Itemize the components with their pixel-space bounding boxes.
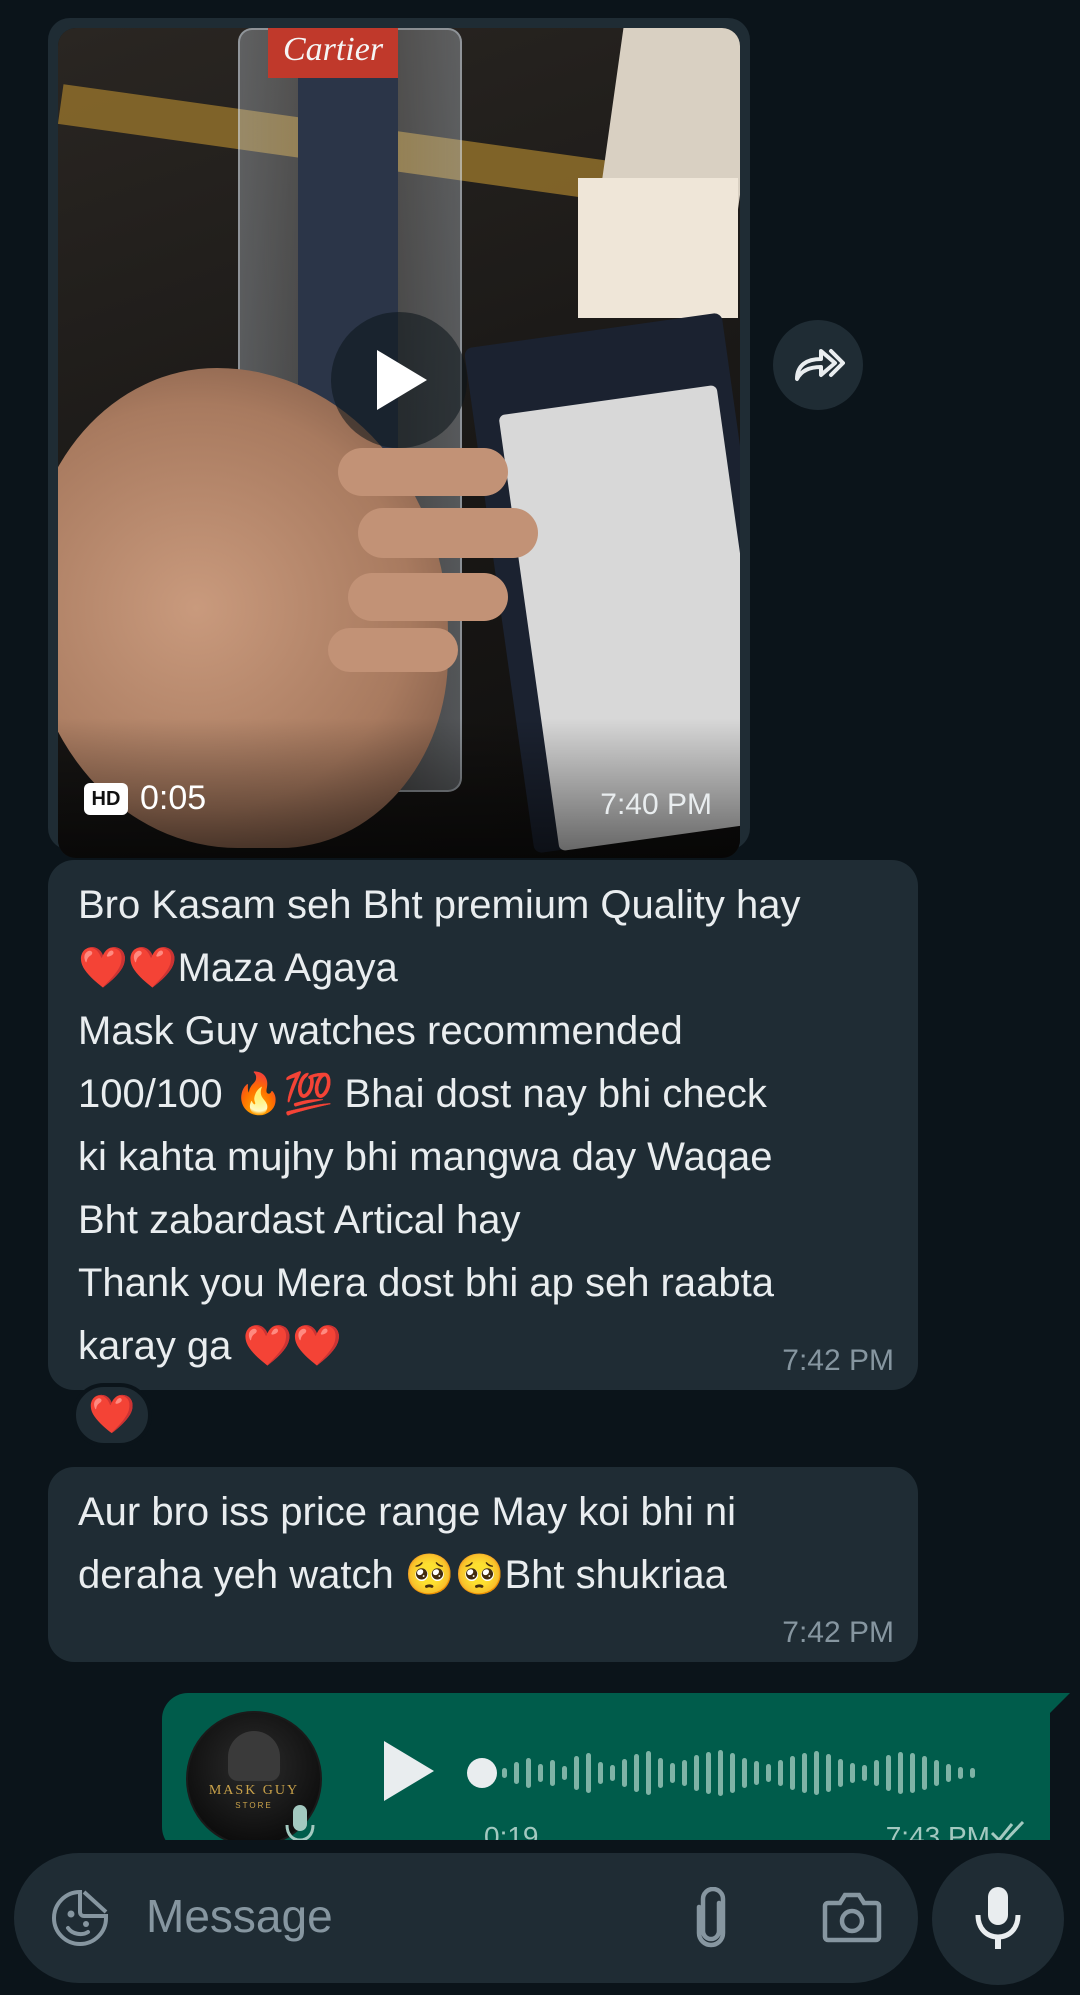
waveform-bar	[634, 1754, 639, 1792]
waveform-bar	[586, 1753, 591, 1793]
waveform-bar	[874, 1760, 879, 1786]
waveform-bar	[838, 1759, 843, 1787]
waveform-bar	[802, 1753, 807, 1793]
waveform-bar	[610, 1765, 615, 1781]
play-icon[interactable]	[376, 1737, 438, 1805]
waveform-bar	[574, 1756, 579, 1790]
message-timestamp: 7:42 PM	[782, 1344, 894, 1377]
waveform-bar	[826, 1754, 831, 1792]
waveform-bar	[682, 1760, 687, 1786]
mic-icon	[285, 1805, 315, 1840]
waveform-bar	[754, 1761, 759, 1785]
outgoing-voice-message[interactable]: MASK GUY STORE 0:19 7:43 PM	[162, 1693, 1070, 1840]
waveform-bar	[886, 1755, 891, 1791]
waveform-bar	[946, 1764, 951, 1782]
waveform-bar	[778, 1760, 783, 1786]
forward-button[interactable]	[773, 320, 863, 410]
waveform-bar	[850, 1763, 855, 1783]
waveform-bar	[598, 1762, 603, 1784]
waveform-bar	[646, 1751, 651, 1795]
record-voice-button[interactable]	[932, 1853, 1064, 1985]
waveform-bar	[958, 1767, 963, 1779]
sticker-icon[interactable]	[50, 1888, 110, 1948]
video-message[interactable]: Cartier HD 0:05 7:40 PM	[48, 18, 750, 858]
chat-area: Cartier HD 0:05 7:40 PM Bro Kasam seh Bh…	[0, 0, 1080, 1840]
waveform-bar	[538, 1764, 543, 1782]
waveform-bar	[766, 1764, 771, 1782]
waveform-bar	[670, 1763, 675, 1783]
read-ticks-icon	[990, 1820, 1025, 1840]
seek-handle[interactable]	[467, 1758, 497, 1788]
video-timestamp: 7:40 PM	[600, 788, 712, 821]
message-timestamp: 7:42 PM	[782, 1616, 894, 1649]
waveform-bar	[970, 1768, 975, 1778]
waveform-bar	[862, 1765, 867, 1781]
message-text: Aur bro iss price range May koi bhi ni d…	[78, 1490, 737, 1597]
voice-timestamp: 7:43 PM	[885, 1821, 990, 1840]
waveform-bar	[658, 1758, 663, 1788]
hd-badge: HD	[84, 782, 128, 815]
avatar-text: MASK GUY	[208, 1783, 300, 1798]
reaction-badge[interactable]: ❤️	[72, 1383, 152, 1447]
waveform-bar	[922, 1756, 927, 1790]
waveform-bar	[934, 1760, 939, 1786]
waveform-bar	[910, 1753, 915, 1793]
waveform-bar	[550, 1760, 555, 1786]
message-text: Bro Kasam seh Bht premium Quality hay ❤️…	[78, 883, 801, 1368]
waveform-bar	[502, 1768, 507, 1778]
waveform-bar	[514, 1762, 519, 1784]
camera-icon[interactable]	[822, 1889, 882, 1945]
attach-icon[interactable]	[689, 1887, 733, 1949]
waveform-bar	[814, 1751, 819, 1795]
message-input-bar[interactable]: Message	[14, 1853, 918, 1983]
video-meta: HD 0:05	[84, 779, 206, 818]
waveform[interactable]	[502, 1733, 1002, 1813]
waveform-bar	[694, 1755, 699, 1791]
message-input[interactable]: Message	[146, 1889, 333, 1943]
waveform-bar	[562, 1766, 567, 1780]
video-duration: 0:05	[140, 779, 207, 817]
brand-label: Cartier	[268, 28, 398, 78]
waveform-bar	[742, 1758, 747, 1788]
waveform-bar	[622, 1759, 627, 1787]
waveform-bar	[718, 1750, 723, 1796]
play-icon	[377, 350, 427, 410]
play-button[interactable]	[331, 312, 467, 448]
mic-icon	[975, 1887, 1021, 1949]
waveform-bar	[898, 1752, 903, 1794]
incoming-message[interactable]: Bro Kasam seh Bht premium Quality hay ❤️…	[48, 860, 918, 1390]
incoming-message[interactable]: Aur bro iss price range May koi bhi ni d…	[48, 1467, 918, 1662]
waveform-bar	[730, 1753, 735, 1793]
voice-duration: 0:19	[484, 1821, 539, 1840]
video-thumbnail[interactable]: Cartier HD 0:05 7:40 PM	[58, 28, 740, 858]
waveform-bar	[790, 1756, 795, 1790]
forward-icon	[795, 349, 845, 381]
waveform-bar	[706, 1752, 711, 1794]
waveform-bar	[526, 1758, 531, 1788]
